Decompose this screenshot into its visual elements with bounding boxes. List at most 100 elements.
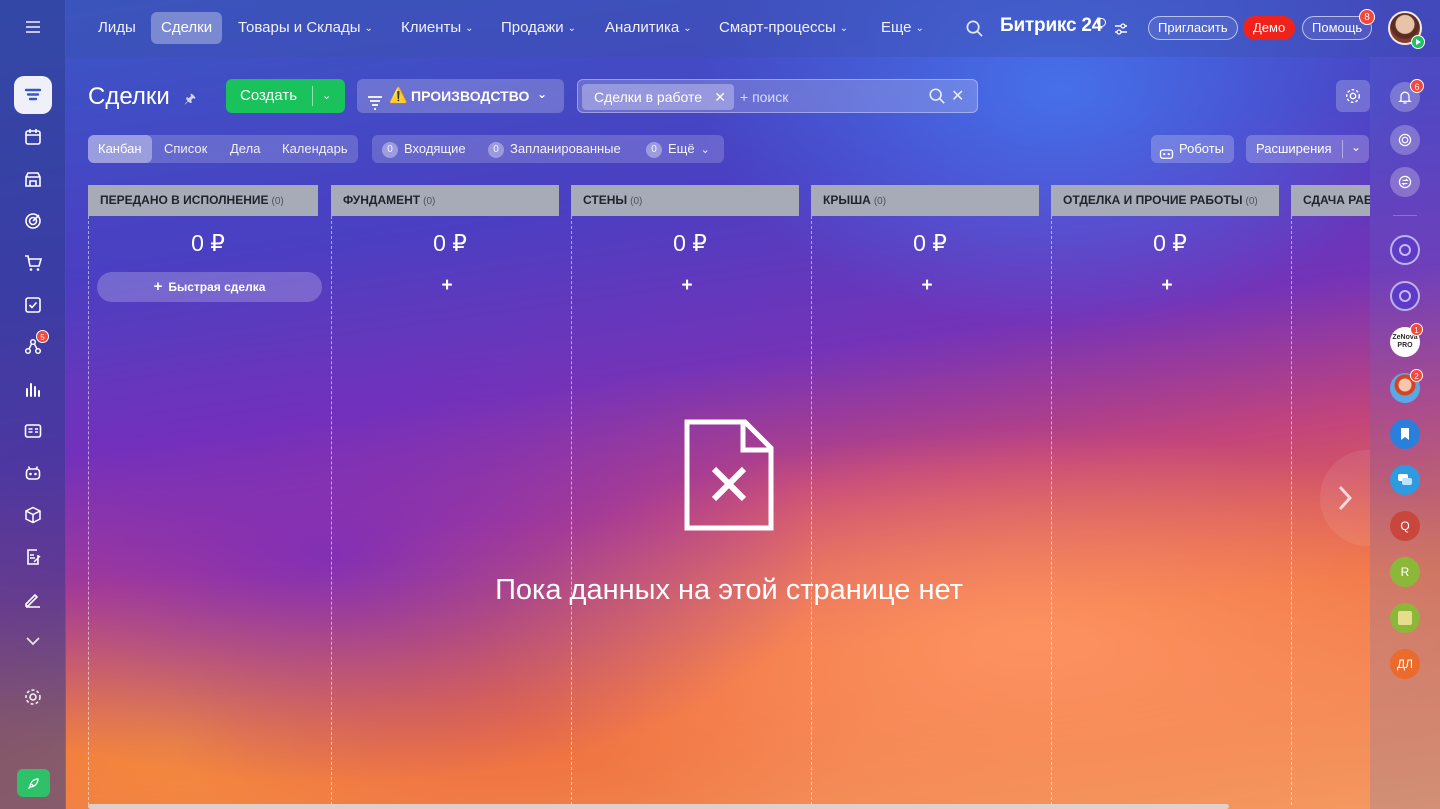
counter-planned[interactable]: 0 Запланированные (488, 135, 621, 163)
chat-avatar-1[interactable] (1390, 235, 1420, 265)
menu-icon[interactable] (14, 8, 52, 46)
nav-item-clients[interactable]: Клиенты ⌄ (391, 12, 484, 44)
clear-icon[interactable]: ✕ (951, 86, 964, 106)
quick-deal-button[interactable]: + Быстрая сделка (97, 272, 322, 302)
column-header[interactable]: СТЕНЫ (0) (571, 185, 799, 216)
column-header[interactable]: ФУНДАМЕНТ (0) (331, 185, 559, 216)
chat-avatar-r[interactable]: R (1390, 557, 1420, 587)
view-list[interactable]: Список (154, 135, 217, 163)
checkbox-icon[interactable] (14, 286, 52, 324)
bookmark-icon[interactable] (1390, 419, 1420, 449)
create-button[interactable]: Создать ⌄ (226, 79, 345, 113)
funnel-selector[interactable]: ⚠️ ПРОИЗВОДСТВО ⌄ (357, 79, 564, 113)
play-icon (1411, 35, 1425, 49)
calendar-icon[interactable] (14, 118, 52, 156)
chat-avatar-dl[interactable]: ДЛ (1390, 649, 1420, 679)
chevron-down-icon: ⌄ (364, 23, 373, 34)
brand-logo[interactable]: Битрикс 24 (1000, 15, 1102, 37)
filter-settings-icon[interactable] (1114, 22, 1128, 41)
tasks-badge: 5 (36, 330, 49, 343)
settings-button[interactable] (1336, 80, 1370, 112)
separator (1393, 215, 1417, 216)
view-label: Список (164, 141, 208, 156)
invite-label: Пригласить (1158, 20, 1228, 35)
nav-label: Лиды (98, 19, 136, 36)
nav-item-products[interactable]: Товары и Склады ⌄ (228, 12, 383, 44)
column-header[interactable]: ОТДЕЛКА И ПРОЧИЕ РАБОТЫ (0) (1051, 185, 1279, 216)
notifications-badge: 6 (1410, 79, 1424, 93)
settings-icon[interactable] (14, 678, 52, 716)
column-header[interactable]: КРЫША (0) (811, 185, 1039, 216)
add-deal-plus-icon[interactable]: + (811, 275, 1043, 297)
document-edit-icon[interactable] (14, 538, 52, 576)
view-calendar[interactable]: Календарь (272, 135, 358, 163)
search-icon[interactable] (928, 87, 946, 110)
column-title: ФУНДАМЕНТ (343, 193, 421, 207)
column-count: (0) (873, 196, 887, 207)
nav-item-more[interactable]: Еще ⌄ (871, 12, 934, 44)
add-deal-plus-icon[interactable]: + (571, 275, 803, 297)
close-icon[interactable]: ✕ (714, 84, 726, 110)
rocket-button[interactable] (17, 769, 50, 797)
brand-text: Битрикс 24 (1000, 15, 1103, 36)
store-icon[interactable] (14, 160, 52, 198)
filter-chip-label: Сделки в работе (594, 89, 703, 105)
column-header[interactable]: ПЕРЕДАНО В ИСПОЛНЕНИЕ (0) (88, 185, 318, 216)
view-switcher: Канбан Список Дела Календарь (88, 135, 358, 163)
demo-button[interactable]: Демо (1243, 16, 1296, 40)
column-title: СТЕНЫ (583, 193, 628, 207)
counter-value: 0 (488, 142, 504, 158)
flow-icon[interactable]: 5 (14, 328, 52, 366)
column-border (1291, 216, 1292, 805)
counter-value: 0 (646, 142, 662, 158)
add-deal-plus-icon[interactable]: + (331, 275, 563, 297)
counter-more[interactable]: 0 Ещё ⌄ (646, 135, 710, 164)
chat-avatar-label: ДЛ (1396, 657, 1413, 671)
pin-icon[interactable]: 🖈 (184, 90, 196, 112)
column-count: (0) (1245, 196, 1258, 207)
view-label: Дела (230, 141, 261, 156)
general-chat-icon[interactable] (1390, 465, 1420, 495)
nav-item-analytics[interactable]: Аналитика ⌄ (595, 12, 702, 44)
nav-item-leads[interactable]: Лиды (88, 12, 146, 44)
column-header[interactable]: СДАЧА РАБ (1291, 185, 1370, 216)
invite-button[interactable]: Пригласить (1148, 16, 1238, 40)
chevron-down-icon[interactable]: ⌄ (322, 79, 331, 113)
filter-search[interactable]: Сделки в работе ✕ ✕ (577, 79, 978, 113)
box-icon[interactable] (14, 496, 52, 534)
view-kanban[interactable]: Канбан (88, 135, 152, 163)
target-icon[interactable] (14, 202, 52, 240)
horizontal-scrollbar[interactable] (88, 804, 1229, 809)
chevron-down-icon[interactable]: ⌄ (1351, 133, 1361, 161)
robot-icon[interactable] (14, 454, 52, 492)
chevron-down-icon[interactable] (14, 622, 52, 660)
copilot-icon[interactable] (1390, 125, 1420, 155)
search-icon[interactable] (965, 19, 984, 43)
demo-label: Демо (1253, 20, 1286, 35)
add-deal-plus-icon[interactable]: + (1051, 275, 1283, 297)
robots-button[interactable]: Роботы (1151, 135, 1234, 163)
search-input[interactable] (740, 85, 910, 109)
view-activities[interactable]: Дела (220, 135, 270, 163)
crm-icon[interactable] (14, 76, 52, 114)
chat-avatar-2[interactable] (1390, 281, 1420, 311)
column-count: (0) (423, 196, 436, 207)
notes-icon[interactable] (1390, 603, 1420, 633)
contact-card-icon[interactable] (14, 412, 52, 450)
column-title: СДАЧА РАБ (1303, 193, 1370, 207)
chat-sync-icon[interactable] (1390, 167, 1420, 197)
chat-avatar-q[interactable]: Q (1390, 511, 1420, 541)
nav-item-smart-processes[interactable]: Смарт-процессы ⌄ (709, 12, 858, 44)
cart-icon[interactable] (14, 244, 52, 282)
nav-item-deals[interactable]: Сделки (151, 12, 223, 44)
signature-icon[interactable] (14, 580, 52, 618)
filter-chip[interactable]: Сделки в работе ✕ (582, 84, 734, 110)
column-title: ПЕРЕДАНО В ИСПОЛНЕНИЕ (100, 193, 269, 207)
chevron-down-icon: ⌄ (915, 23, 924, 34)
chat-avatar-label: ZeNova PRO (1392, 334, 1418, 349)
help-badge: 8 (1359, 9, 1375, 25)
analytics-icon[interactable] (14, 370, 52, 408)
counter-incoming[interactable]: 0 Входящие (382, 135, 466, 163)
nav-item-sales[interactable]: Продажи ⌄ (491, 12, 586, 44)
extensions-button[interactable]: Расширения ⌄ (1246, 135, 1369, 163)
